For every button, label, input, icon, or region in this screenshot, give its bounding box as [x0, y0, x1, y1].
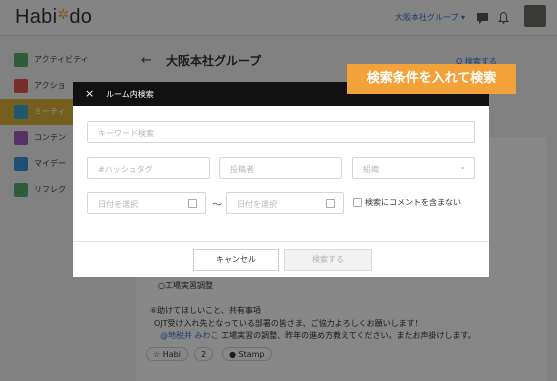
chevron-down-icon: ⌄	[459, 162, 466, 171]
annotation-callout: 検索条件を入れて検索	[347, 64, 516, 94]
date-to-input[interactable]: 日付を選択	[226, 192, 344, 214]
close-icon[interactable]: ×	[85, 87, 94, 100]
date-from-input[interactable]: 日付を選択	[87, 192, 206, 214]
exclude-comments-checkbox[interactable]	[353, 198, 362, 207]
keyword-search-input[interactable]: キーワード検索	[87, 121, 475, 143]
modal-title: ルーム内検索	[106, 90, 154, 99]
poster-input[interactable]: 投稿者	[219, 157, 342, 179]
date-range-separator: 〜	[212, 200, 222, 211]
hashtag-input[interactable]: #ハッシュタグ	[87, 157, 210, 179]
calendar-icon	[188, 199, 197, 208]
search-button[interactable]: 検索する	[284, 249, 372, 271]
exclude-comments-label[interactable]: 検索にコメントを含まない	[365, 197, 461, 208]
organization-select[interactable]: 組織 ⌄	[352, 157, 475, 179]
cancel-button[interactable]: キャンセル	[193, 249, 279, 271]
room-search-modal: × ルーム内検索 キーワード検索 #ハッシュタグ 投稿者 組織 ⌄ 日付を選択 …	[73, 82, 489, 277]
calendar-icon	[326, 199, 335, 208]
divider	[73, 241, 489, 242]
